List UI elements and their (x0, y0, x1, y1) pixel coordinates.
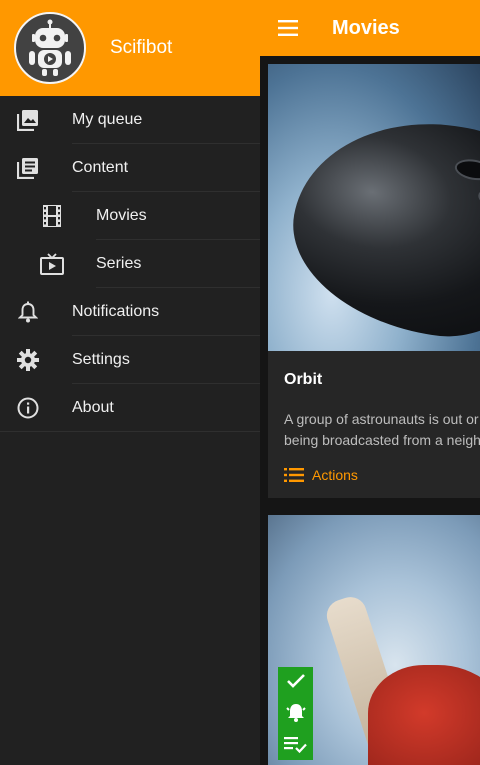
navigation-drawer: Scifibot My queue Content Movies Series … (0, 0, 260, 765)
playlist-check-icon[interactable] (283, 736, 308, 754)
list-icon (284, 468, 304, 482)
nav-label: My queue (72, 111, 143, 128)
tv-icon (40, 252, 64, 276)
menu-icon (278, 20, 298, 36)
notification-add-icon[interactable] (285, 701, 307, 723)
quick-actions-panel (278, 667, 313, 760)
nav-label: About (72, 399, 114, 416)
movie-poster-image[interactable] (268, 64, 480, 351)
bell-icon (16, 300, 40, 324)
nav-label: Series (96, 255, 142, 272)
movie-title: Orbit (284, 371, 323, 388)
actions-button[interactable]: Actions (268, 451, 480, 483)
nav-item-series[interactable]: Series (0, 240, 260, 288)
page-title: Movies (332, 16, 400, 39)
robot-avatar[interactable] (14, 12, 86, 84)
nav-label: Movies (96, 207, 147, 224)
movie-card[interactable]: Orbit A group of astrounauts is out or b… (268, 64, 480, 498)
gear-icon (16, 348, 40, 372)
hamburger-menu-button[interactable] (260, 0, 316, 56)
movie-description: A group of astrounauts is out or being b… (284, 411, 480, 448)
library-books-icon (16, 156, 40, 180)
photo-library-icon (16, 108, 40, 132)
info-icon (16, 396, 40, 420)
app-brand-name: Scifibot (110, 37, 173, 58)
drawer-header: Scifibot (0, 0, 260, 96)
nav-item-notifications[interactable]: Notifications (0, 288, 260, 336)
nav-item-settings[interactable]: Settings (0, 336, 260, 384)
film-icon (40, 204, 64, 228)
nav-item-about[interactable]: About (0, 384, 260, 432)
nav-label: Content (72, 159, 129, 176)
nav-item-content[interactable]: Content (0, 144, 260, 192)
robot-logo-icon (29, 19, 71, 76)
nav-item-movies[interactable]: Movies (0, 192, 260, 240)
spaceship-image (277, 101, 480, 351)
nav-label: Settings (72, 351, 130, 368)
nav-item-my-queue[interactable]: My queue (0, 96, 260, 144)
app-bar: Movies (260, 0, 480, 56)
check-icon[interactable] (286, 673, 306, 689)
nav-label: Notifications (72, 303, 160, 320)
red-figure-image (368, 665, 480, 765)
actions-label: Actions (312, 467, 358, 483)
